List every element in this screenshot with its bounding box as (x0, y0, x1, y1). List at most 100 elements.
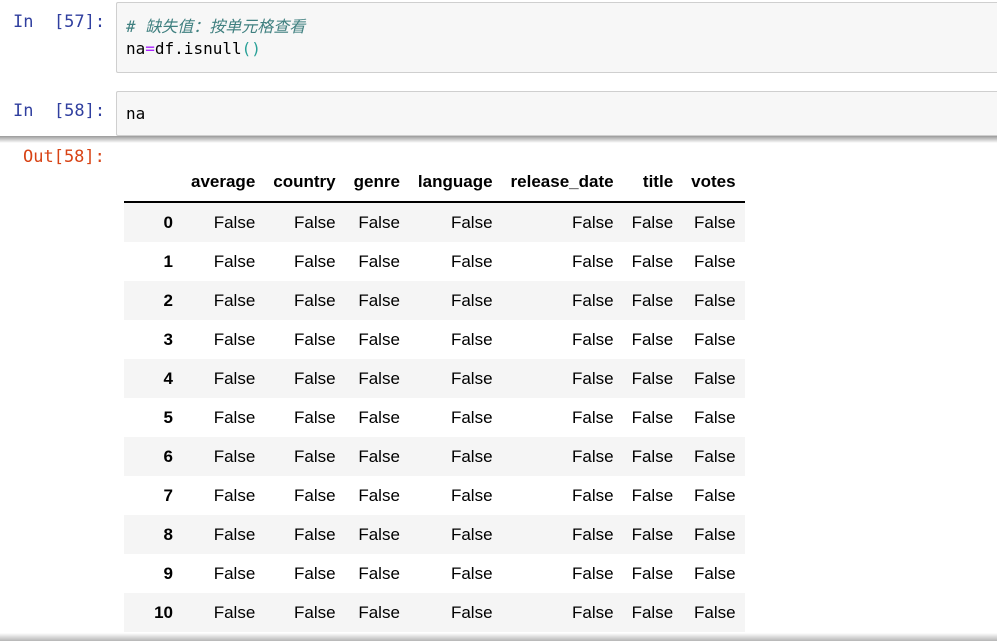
table-cell: False (358, 446, 400, 466)
code-variable: na (126, 39, 146, 58)
table-cell: False (294, 563, 336, 583)
table-row: 0 False False False False False False False (124, 202, 745, 242)
table-cell: False (358, 485, 400, 505)
table-cell: False (358, 329, 400, 349)
table-cell: False (572, 602, 614, 622)
table-row: 6 False False False False False False False (124, 437, 745, 476)
table-cell: False (213, 212, 256, 232)
table-cell: False (631, 602, 674, 622)
dataframe-table: average country genre language release_date t… (124, 163, 745, 632)
table-cell: False (294, 485, 336, 505)
table-row: 3 False False False False False False False (124, 320, 745, 359)
index-header (124, 163, 182, 202)
table-cell: False (694, 602, 736, 622)
table-cell: False (294, 251, 336, 271)
table-row: 1 False False False False False False False (124, 242, 745, 281)
table-cell: False (631, 485, 674, 505)
table-cell: False (294, 329, 336, 349)
table-cell: False (294, 524, 336, 544)
table-cell: False (294, 212, 336, 232)
code-parens: () (241, 39, 261, 58)
table-row: 5 False False False False False False False (124, 398, 745, 437)
row-index: 1 (163, 251, 173, 271)
table-cell: False (694, 368, 736, 388)
table-cell: False (450, 485, 493, 505)
table-body: 0 False False False False False False False 1 Fal… (124, 202, 745, 632)
code-statement: na=df.isnull() (126, 39, 261, 58)
table-cell: False (631, 290, 674, 310)
column-header: average (191, 172, 256, 191)
table-cell: False (694, 290, 736, 310)
table-cell: False (358, 524, 400, 544)
row-index: 8 (163, 524, 173, 544)
row-index: 7 (163, 485, 173, 505)
table-cell: False (694, 563, 736, 583)
table-cell: False (694, 485, 736, 505)
table-cell: False (358, 368, 400, 388)
table-cell: False (631, 563, 674, 583)
table-cell: False (694, 251, 736, 271)
column-header: language (417, 172, 493, 191)
table-cell: False (213, 251, 256, 271)
table-cell: False (213, 446, 256, 466)
table-cell: False (631, 524, 674, 544)
table-cell: False (694, 212, 736, 232)
column-header: country (273, 172, 336, 191)
table-cell: False (631, 251, 674, 271)
table-cell: False (213, 524, 256, 544)
column-header: votes (691, 172, 736, 191)
table-cell: False (213, 485, 256, 505)
table-row: 8 False False False False False False False (124, 515, 745, 554)
table-cell: False (358, 212, 400, 232)
table-cell: False (213, 329, 256, 349)
output-prompt-58: Out[58]: (23, 147, 105, 167)
table-cell: False (572, 446, 614, 466)
table-cell: False (294, 446, 336, 466)
table-cell: False (572, 251, 614, 271)
table-row: 9 False False False False False False False (124, 554, 745, 593)
table-cell: False (694, 524, 736, 544)
table-cell: False (213, 602, 256, 622)
table-cell: False (572, 485, 614, 505)
cell-shadow (0, 136, 997, 143)
scroll-shadow (0, 633, 997, 641)
row-index: 4 (163, 368, 173, 388)
table-cell: False (450, 251, 493, 271)
table-cell: False (294, 407, 336, 427)
table-row: 2 False False False False False False False (124, 281, 745, 320)
row-index: 5 (163, 407, 173, 427)
table-cell: False (450, 563, 493, 583)
table-cell: False (450, 329, 493, 349)
table-cell: False (572, 329, 614, 349)
input-prompt-58: In [58]: (13, 101, 106, 121)
table-row: 10 False False False False False False False (124, 593, 745, 632)
table-cell: False (213, 290, 256, 310)
table-cell: False (358, 290, 400, 310)
column-header: title (642, 172, 674, 191)
code-call: df.isnull (154, 39, 242, 58)
table-cell: False (572, 563, 614, 583)
table-cell: False (694, 446, 736, 466)
table-cell: False (631, 368, 674, 388)
table-cell: False (572, 524, 614, 544)
table-cell: False (213, 563, 256, 583)
table-cell: False (631, 329, 674, 349)
code-operator: = (145, 39, 155, 58)
column-header: release_date (510, 172, 614, 191)
table-cell: False (572, 368, 614, 388)
table-cell: False (358, 407, 400, 427)
code-cell-57[interactable]: # 缺失值：按单元格查看 na=df.isnull() (116, 2, 997, 73)
column-header: genre (353, 172, 400, 191)
table-cell: False (450, 446, 493, 466)
table-cell: False (294, 602, 336, 622)
table-cell: False (450, 602, 493, 622)
table-cell: False (358, 563, 400, 583)
table-cell: False (213, 368, 256, 388)
row-index: 0 (163, 212, 173, 232)
table-cell: False (572, 212, 614, 232)
table-cell: False (213, 407, 256, 427)
row-index: 10 (154, 602, 173, 622)
code-cell-58[interactable]: na (116, 91, 997, 136)
row-index: 9 (163, 563, 173, 583)
table-cell: False (631, 212, 674, 232)
